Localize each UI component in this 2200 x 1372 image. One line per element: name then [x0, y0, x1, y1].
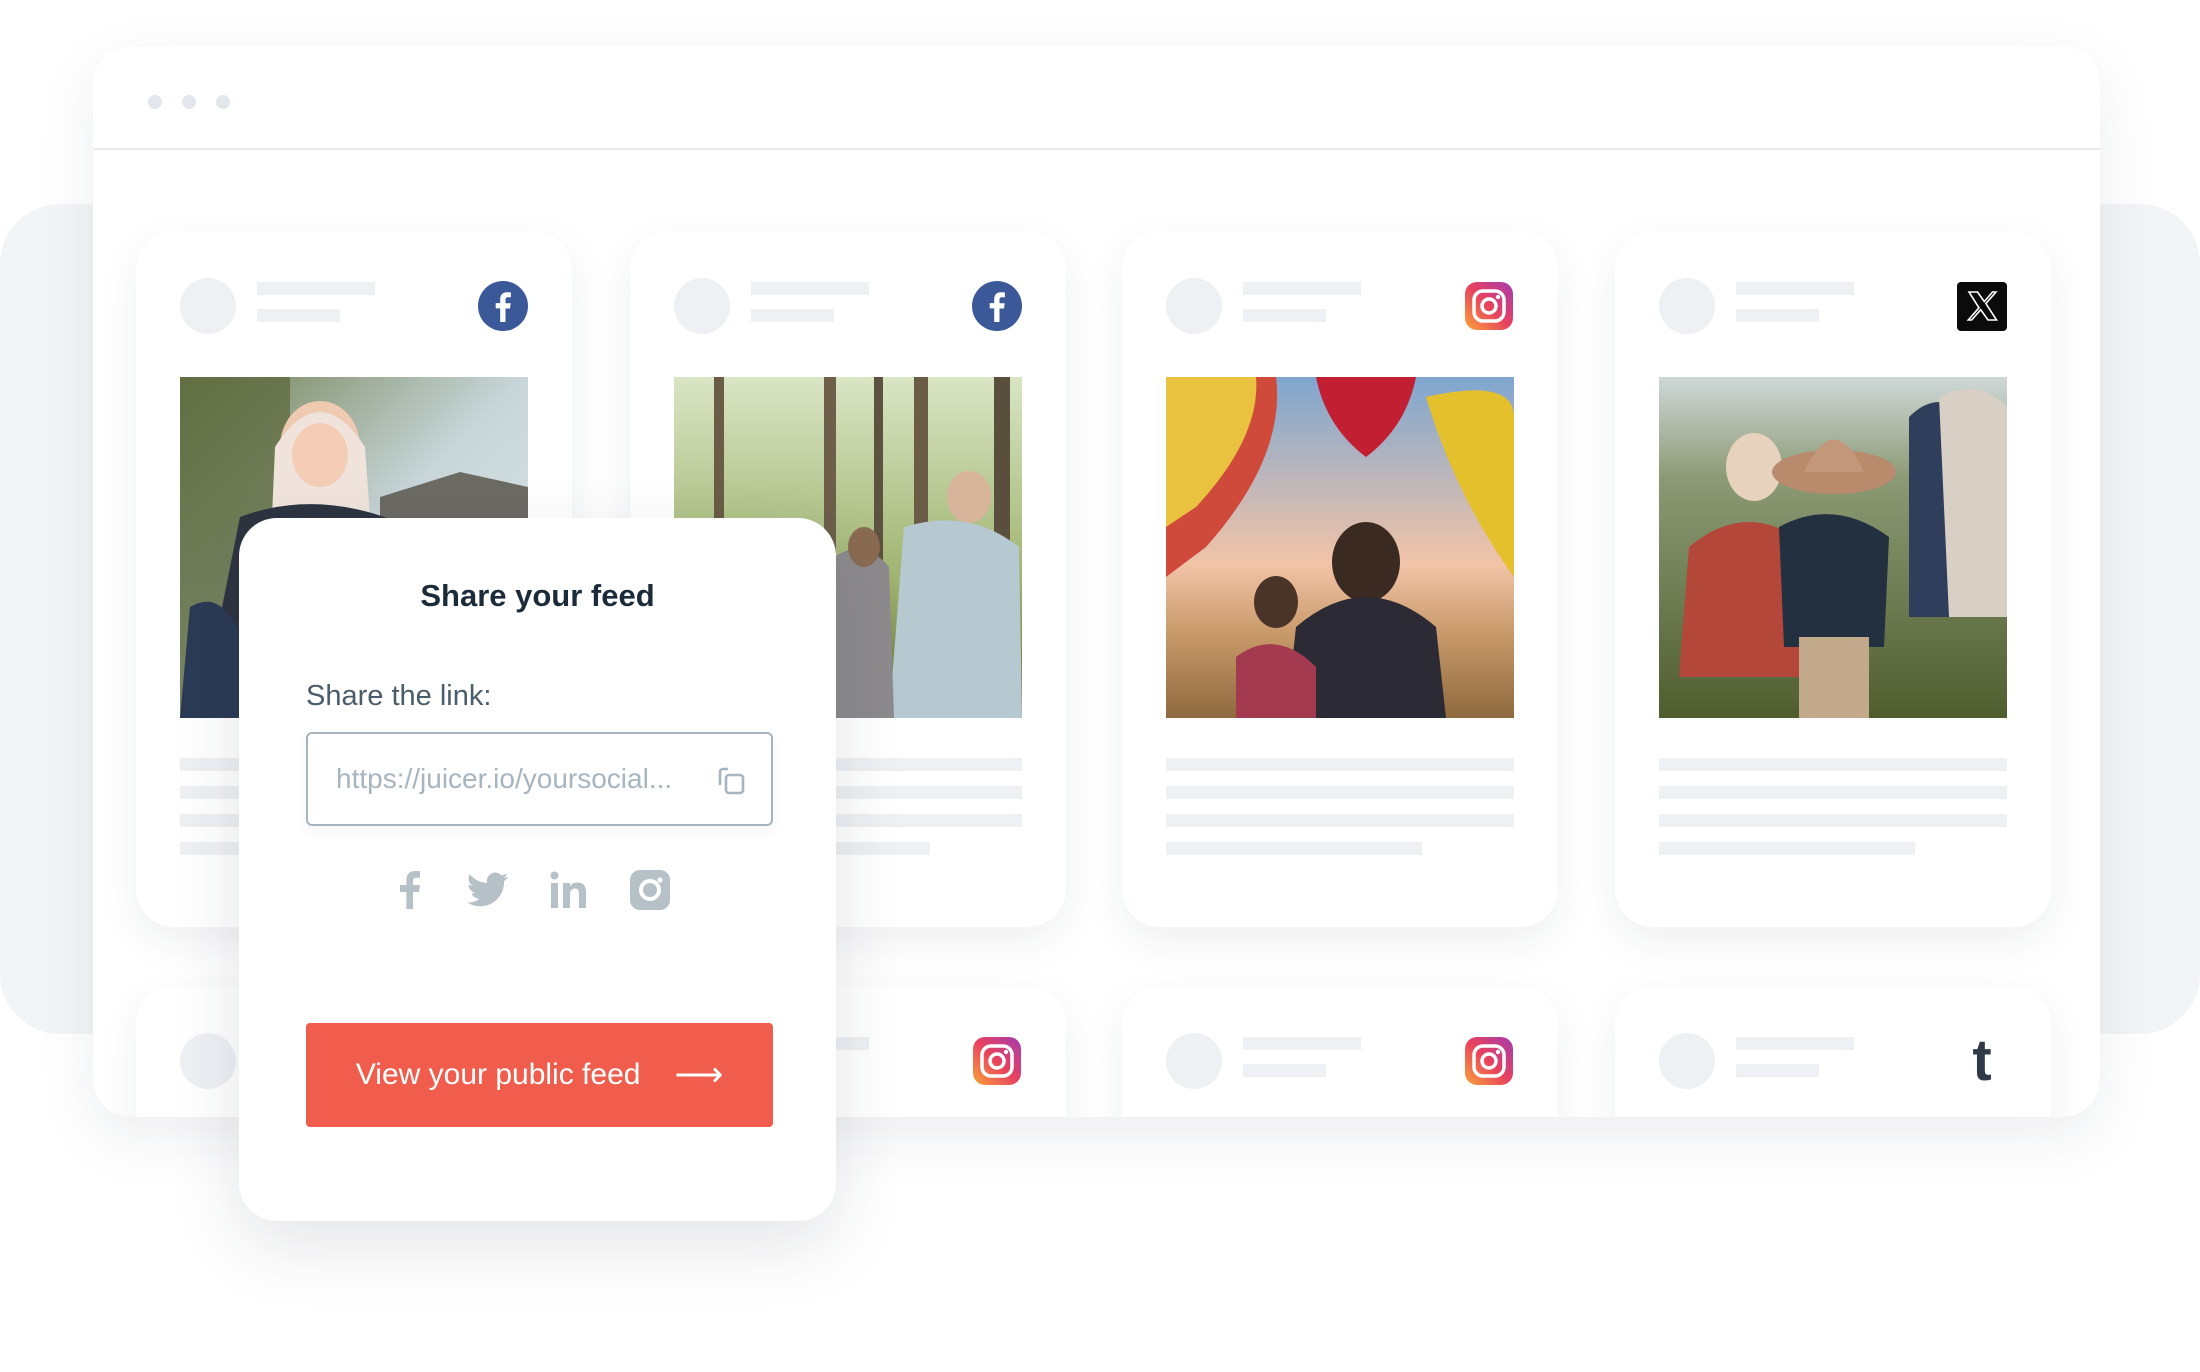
handle-placeholder: [1736, 1064, 1819, 1077]
text-placeholder: [1166, 842, 1422, 855]
cta-label: View your public feed: [355, 1058, 641, 1091]
copy-icon[interactable]: [717, 766, 747, 796]
linkedin-share-icon[interactable]: [548, 868, 592, 912]
share-feed-modal: Share your feed Share the link: View you…: [239, 518, 836, 1221]
name-placeholder: [1243, 1037, 1361, 1050]
handle-placeholder: [1243, 1064, 1326, 1077]
share-link-field[interactable]: [306, 732, 773, 826]
instagram-icon: [1464, 281, 1514, 331]
name-placeholder: [751, 282, 869, 295]
x-icon: [1957, 281, 2007, 331]
feed-card[interactable]: [1122, 986, 1558, 1117]
share-link-input[interactable]: [336, 734, 716, 824]
handle-placeholder: [1243, 309, 1326, 322]
handle-placeholder: [1736, 309, 1819, 322]
avatar-placeholder: [1166, 1033, 1222, 1089]
text-placeholder: [1166, 758, 1514, 771]
feed-card[interactable]: [1615, 231, 2051, 927]
window-dot: [148, 95, 162, 109]
instagram-icon: [972, 1036, 1022, 1086]
window-dot: [182, 95, 196, 109]
arrow-right-icon: ⟶: [674, 1056, 724, 1094]
avatar-placeholder: [180, 1033, 236, 1089]
avatar-placeholder: [1659, 278, 1715, 334]
post-photo-hot-air-balloons: [1166, 377, 1514, 718]
avatar-placeholder: [1166, 278, 1222, 334]
name-placeholder: [257, 282, 375, 295]
text-placeholder: [1166, 786, 1514, 799]
feed-card[interactable]: [1122, 231, 1558, 927]
view-public-feed-button[interactable]: View your public feed ⟶: [306, 1023, 773, 1127]
name-placeholder: [1736, 282, 1854, 295]
window-dot: [216, 95, 230, 109]
text-placeholder: [1659, 758, 2007, 771]
facebook-icon: [478, 281, 528, 331]
name-placeholder: [1736, 1037, 1854, 1050]
handle-placeholder: [751, 309, 834, 322]
tumblr-icon: t: [1957, 1032, 2007, 1090]
tumblr-glyph: t: [1972, 1028, 1992, 1093]
facebook-icon: [972, 281, 1022, 331]
share-link-label: Share the link:: [306, 680, 492, 712]
post-photo-family-in-field: [1659, 377, 2007, 718]
instagram-icon: [1464, 1036, 1514, 1086]
window-header: [93, 46, 2100, 150]
text-placeholder: [1166, 814, 1514, 827]
name-placeholder: [1243, 282, 1361, 295]
avatar-placeholder: [1659, 1033, 1715, 1089]
feed-card[interactable]: t: [1615, 986, 2051, 1117]
instagram-share-icon[interactable]: [628, 868, 672, 912]
stage: t Share your feed Share the link: https:…: [0, 0, 2200, 1372]
twitter-share-icon[interactable]: [466, 868, 510, 912]
facebook-share-icon[interactable]: [388, 868, 432, 912]
text-placeholder: [1659, 786, 2007, 799]
handle-placeholder: [257, 309, 340, 322]
text-placeholder: [1659, 842, 1915, 855]
share-icons-row: [239, 868, 836, 918]
modal-title: Share your feed: [420, 578, 655, 613]
avatar-placeholder: [180, 278, 236, 334]
avatar-placeholder: [674, 278, 730, 334]
text-placeholder: [1659, 814, 2007, 827]
